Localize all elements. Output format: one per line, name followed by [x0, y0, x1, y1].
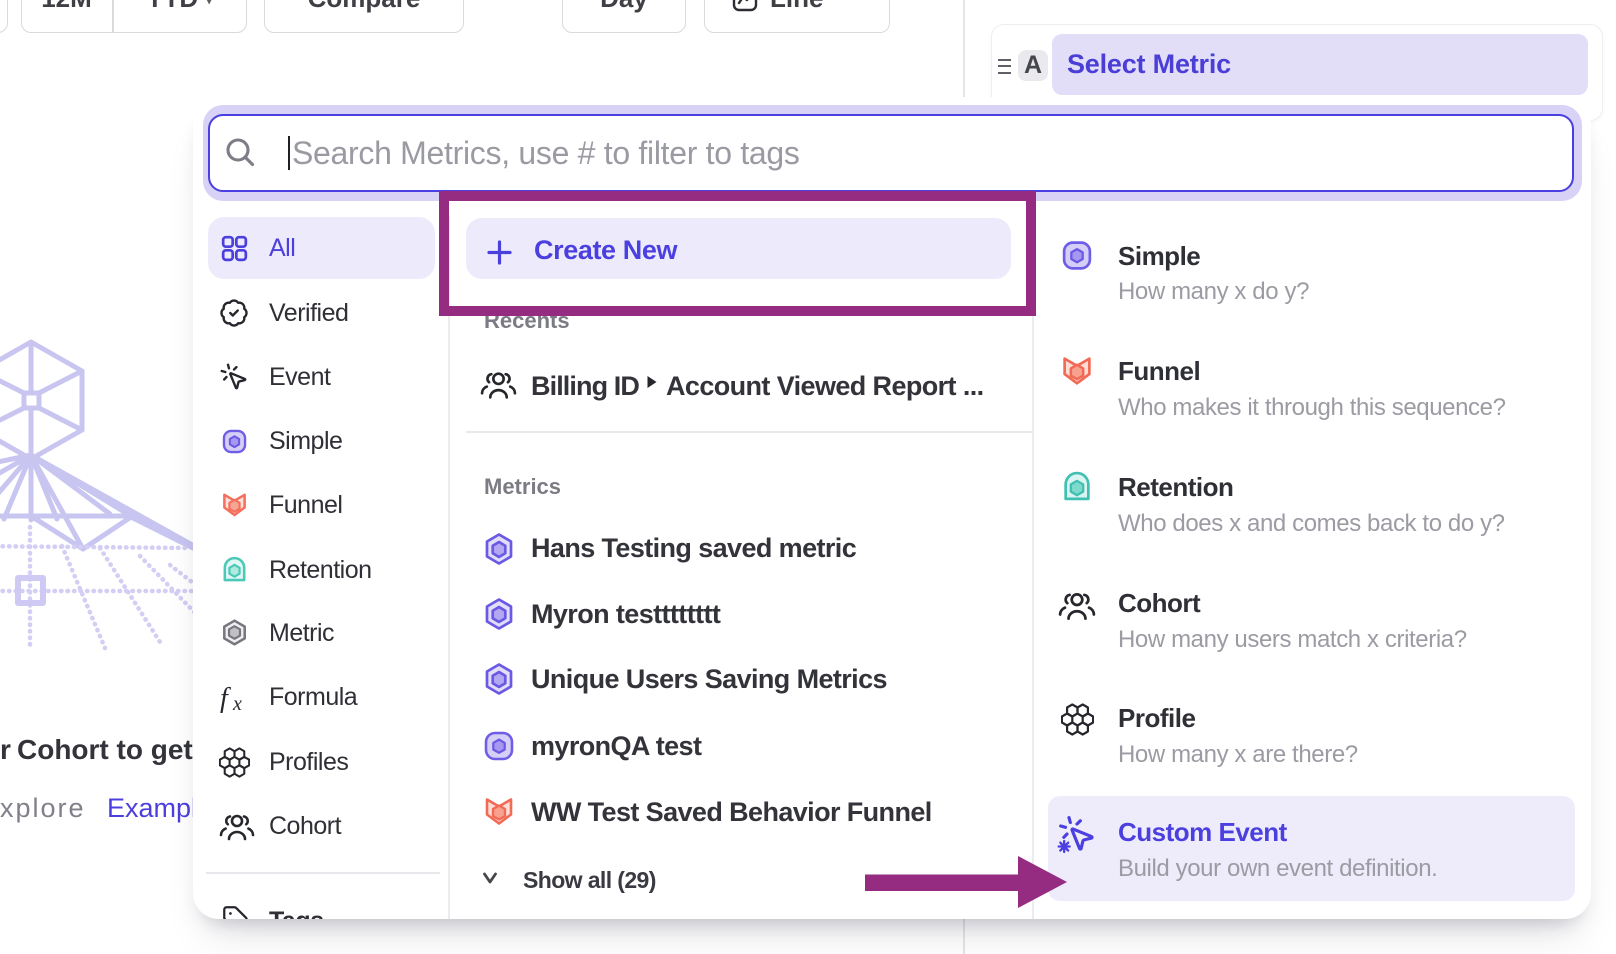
svg-text:f: f — [220, 683, 231, 714]
svg-text:x: x — [232, 693, 242, 714]
